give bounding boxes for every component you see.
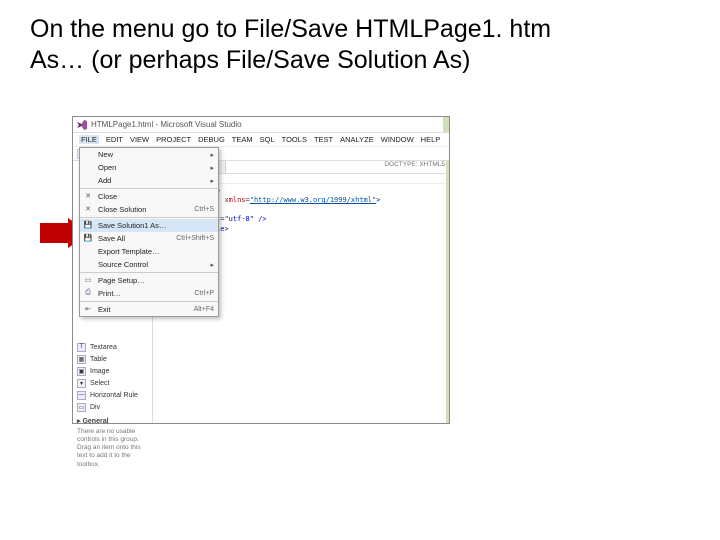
menu-item-new[interactable]: New: [80, 148, 218, 161]
window-titlebar: HTMLPage1.html - Microsoft Visual Studio: [73, 117, 449, 133]
close-icon: ✕: [83, 204, 93, 214]
menu-item-print[interactable]: ⎙Print…Ctrl+P: [80, 287, 218, 300]
disk-icon: 💾: [83, 220, 93, 230]
menu-analyze[interactable]: ANALYZE: [340, 135, 374, 144]
hr-icon: —: [77, 391, 86, 400]
toolbox-item-div[interactable]: ▭Div: [77, 401, 149, 413]
div-icon: ▭: [77, 403, 86, 412]
menu-item-close-solution[interactable]: ✕Close SolutionCtrl+S: [80, 203, 218, 216]
menu-item-open[interactable]: Open: [80, 161, 218, 174]
menu-test[interactable]: TEST: [314, 135, 333, 144]
print-icon: ⎙: [83, 288, 93, 298]
toolbox-item-image[interactable]: ▣Image: [77, 365, 149, 377]
menu-help[interactable]: HELP: [421, 135, 441, 144]
page-icon: ▭: [83, 275, 93, 285]
close-icon: ✕: [83, 191, 93, 201]
slide-instruction: On the menu go to File/Save HTMLPage1. h…: [30, 14, 690, 77]
menu-item-save-solution-as[interactable]: 💾Save Solution1 As…: [80, 219, 218, 232]
menu-item-save-all[interactable]: 💾Save AllCtrl+Shift+S: [80, 232, 218, 245]
vs-logo-icon: [77, 120, 87, 130]
table-icon: ▦: [77, 355, 86, 364]
menu-item-export-template[interactable]: Export Template…: [80, 245, 218, 258]
menu-separator: [80, 272, 218, 273]
toolbox-item-hr[interactable]: —Horizontal Rule: [77, 389, 149, 401]
select-icon: ▾: [77, 379, 86, 388]
menu-debug[interactable]: DEBUG: [198, 135, 225, 144]
menu-tools[interactable]: TOOLS: [282, 135, 307, 144]
menu-view[interactable]: VIEW: [130, 135, 149, 144]
exit-icon: ⇤: [83, 304, 93, 314]
toolbox-empty-note: There are no usable controls in this gro…: [77, 428, 149, 469]
titlebar-accent: [443, 117, 449, 132]
menu-file[interactable]: FILE: [79, 135, 99, 144]
menu-project[interactable]: PROJECT: [156, 135, 191, 144]
toolbox-item-table[interactable]: ▦Table: [77, 353, 149, 365]
heading-line-2: As… (or perhaps File/Save Solution As): [30, 46, 470, 74]
file-menu-dropdown: New Open Add ✕Close ✕Close SolutionCtrl+…: [79, 147, 219, 317]
menu-edit[interactable]: EDIT: [106, 135, 123, 144]
heading-line-1: On the menu go to File/Save HTMLPage1. h…: [30, 15, 551, 43]
toolbox-panel: TTextarea ▦Table ▣Image ▾Select —Horizon…: [73, 339, 153, 471]
doctype-hint: DOCTYPE: XHTML5: [380, 161, 449, 173]
menu-window[interactable]: WINDOW: [381, 135, 414, 144]
menu-team[interactable]: TEAM: [232, 135, 253, 144]
menu-item-page-setup[interactable]: ▭Page Setup…: [80, 274, 218, 287]
menu-item-close[interactable]: ✕Close: [80, 190, 218, 203]
textarea-icon: T: [77, 343, 86, 352]
menu-item-add[interactable]: Add: [80, 174, 218, 187]
toolbox-item-select[interactable]: ▾Select: [77, 377, 149, 389]
menu-separator: [80, 301, 218, 302]
disks-icon: 💾: [83, 233, 93, 243]
menubar: FILE EDIT VIEW PROJECT DEBUG TEAM SQL TO…: [73, 133, 449, 147]
menu-item-source-control[interactable]: Source Control: [80, 258, 218, 271]
window-title: HTMLPage1.html - Microsoft Visual Studio: [91, 120, 242, 129]
menu-item-exit[interactable]: ⇤ExitAlt+F4: [80, 303, 218, 316]
menu-separator: [80, 188, 218, 189]
toolbox-item-textarea[interactable]: TTextarea: [77, 341, 149, 353]
right-accent-strip: [446, 161, 449, 423]
toolbox-section-general[interactable]: ▸ General: [77, 417, 149, 425]
menu-separator: [80, 217, 218, 218]
menu-sql[interactable]: SQL: [260, 135, 275, 144]
image-icon: ▣: [77, 367, 86, 376]
visual-studio-window: HTMLPage1.html - Microsoft Visual Studio…: [72, 116, 450, 424]
